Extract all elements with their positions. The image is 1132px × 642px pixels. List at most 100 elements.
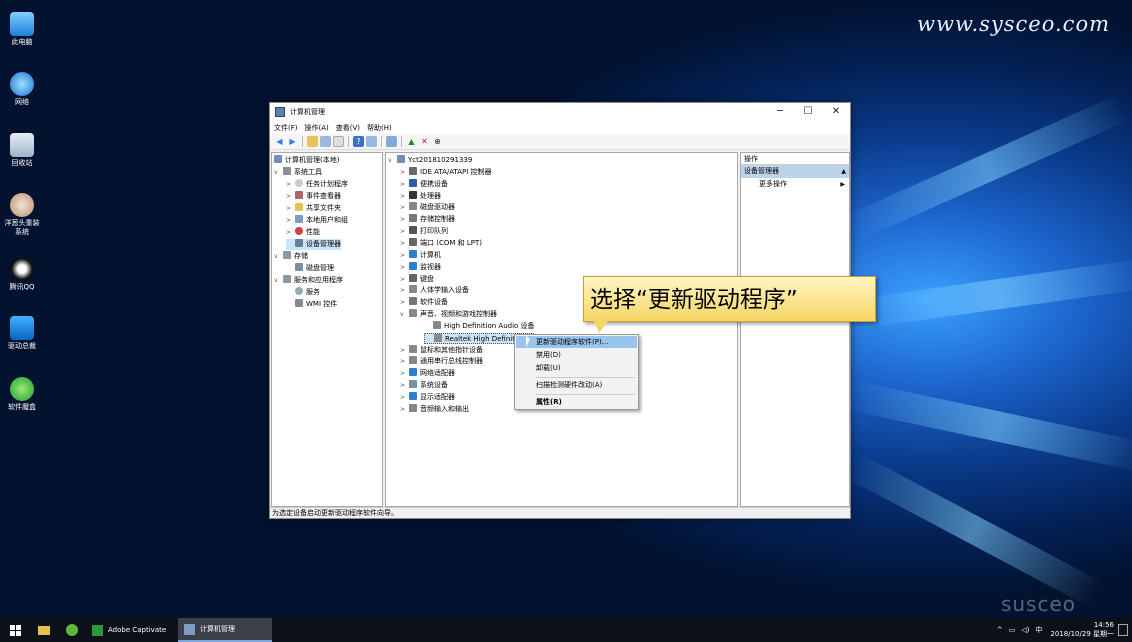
device-item[interactable]: > 监视器 [400, 261, 441, 273]
volume-icon[interactable]: ◁) [1021, 626, 1029, 634]
browser-button[interactable] [58, 618, 86, 642]
menu-item-properties[interactable]: 属性(R) [516, 396, 637, 408]
taskbar-item-computer-management[interactable]: 计算机管理 [178, 618, 272, 642]
device-item[interactable]: > 音频输入和输出 [400, 403, 469, 415]
menu-item-scan-hardware[interactable]: 扫描检测硬件改动(A) [516, 379, 637, 391]
expand-arrow[interactable]: > [400, 380, 409, 391]
expand-arrow[interactable]: > [286, 215, 295, 226]
tree-item[interactable]: > 性能 [286, 227, 320, 238]
device-item[interactable]: > 软件设备 [400, 297, 448, 308]
device-item[interactable]: > 磁盘驱动器 [400, 202, 455, 213]
forward-arrow-icon[interactable]: ▶ [287, 136, 298, 147]
tree-item[interactable]: v 存储 [274, 251, 308, 262]
menu-action[interactable]: 操作(A) [305, 123, 329, 133]
minimize-button[interactable]: ─ [766, 103, 794, 121]
device-item[interactable]: v Yct201810291339 [388, 155, 472, 166]
show-tree-icon[interactable] [320, 136, 331, 147]
back-arrow-icon[interactable]: ◀ [274, 136, 285, 147]
device-item[interactable]: > 计算机 [400, 249, 441, 261]
device-item[interactable]: > 鼠标和其他指针设备 [400, 344, 483, 356]
tree-item[interactable]: > 任务计划程序 [286, 179, 348, 190]
expand-arrow[interactable]: v [274, 275, 283, 286]
notification-icon[interactable] [1118, 624, 1128, 636]
menu-view[interactable]: 查看(V) [336, 123, 360, 133]
tree-item[interactable]: 服务 [286, 287, 320, 298]
tree-item[interactable]: > 本地用户和组 [286, 215, 348, 226]
expand-arrow[interactable]: > [400, 345, 409, 356]
device-item[interactable]: > 便携设备 [400, 178, 448, 190]
monitor-icon[interactable] [386, 136, 397, 147]
expand-arrow[interactable]: > [286, 191, 295, 202]
ime-indicator[interactable]: 中 [1035, 625, 1042, 635]
menu-item-update-driver[interactable]: 更新驱动程序软件(P)... [516, 336, 637, 348]
expand-arrow[interactable]: > [400, 285, 409, 296]
tree-item[interactable]: v 服务和应用程序 [274, 275, 343, 286]
file-explorer-button[interactable] [30, 618, 58, 642]
expand-arrow[interactable]: > [286, 227, 295, 238]
menu-file[interactable]: 文件(F) [274, 123, 298, 133]
expand-arrow[interactable]: > [400, 167, 409, 178]
start-button[interactable] [0, 618, 30, 642]
desktop-icon-network[interactable]: 网络 [2, 72, 42, 107]
device-item[interactable]: > 键盘 [400, 273, 434, 285]
device-item[interactable]: > 存储控制器 [400, 214, 455, 225]
expand-arrow[interactable]: v [274, 251, 283, 262]
expand-arrow[interactable]: v [388, 155, 397, 166]
menu-help[interactable]: 帮助(H) [367, 123, 392, 133]
expand-arrow[interactable]: > [400, 202, 409, 213]
expand-arrow[interactable]: > [400, 368, 409, 379]
expand-arrow[interactable]: > [286, 203, 295, 214]
device-item[interactable]: > 系统设备 [400, 380, 448, 391]
device-item[interactable]: > 打印队列 [400, 226, 448, 237]
expand-arrow[interactable]: > [400, 238, 409, 249]
tree-item[interactable]: > 事件查看器 [286, 191, 341, 202]
expand-arrow[interactable]: > [400, 262, 409, 273]
expand-arrow[interactable]: > [400, 179, 409, 190]
expand-arrow[interactable]: > [400, 356, 409, 367]
expand-arrow[interactable]: > [286, 179, 295, 190]
device-item[interactable]: > 网络适配器 [400, 368, 455, 379]
device-item[interactable]: High Definition Audio 设备 [424, 320, 535, 332]
tree-item[interactable]: > 共享文件夹 [286, 203, 341, 214]
device-item[interactable]: > IDE ATA/ATAPI 控制器 [400, 166, 492, 178]
properties-icon[interactable] [333, 136, 344, 147]
desktop-icon-onion[interactable]: 洋葱头重装系统 [2, 193, 42, 237]
title-bar[interactable]: 计算机管理 ─ ☐ ✕ [270, 103, 850, 121]
expand-arrow[interactable]: > [400, 226, 409, 237]
show-hidden-icons[interactable]: ^ [997, 626, 1003, 634]
view-icon[interactable] [366, 136, 377, 147]
menu-item-uninstall[interactable]: 卸载(U) [516, 362, 637, 374]
expand-arrow[interactable]: v [274, 167, 283, 178]
desktop-icon-this-pc[interactable]: 此电脑 [2, 12, 42, 47]
maximize-button[interactable]: ☐ [794, 103, 822, 121]
expand-arrow[interactable]: v [400, 309, 409, 320]
desktop-icon-recycle-bin[interactable]: 回收站 [2, 133, 42, 168]
network-tray-icon[interactable]: ▭ [1009, 626, 1016, 634]
device-item[interactable]: > 处理器 [400, 190, 441, 202]
clock[interactable]: 14:56 2018/10/29 星期一 [1050, 621, 1114, 639]
tree-item[interactable]: 磁盘管理 [286, 263, 334, 274]
expand-arrow[interactable]: > [400, 191, 409, 202]
scan-download-icon[interactable]: ⊕ [432, 136, 443, 147]
close-button[interactable]: ✕ [822, 103, 850, 121]
taskbar-item-captivate[interactable]: Adobe Captivate [86, 618, 178, 642]
device-item[interactable]: > 显示适配器 [400, 392, 455, 403]
more-actions[interactable]: 更多操作 ▶ [741, 178, 849, 191]
tree-item-selected[interactable]: 设备管理器 [286, 239, 341, 250]
expand-arrow[interactable]: > [400, 274, 409, 285]
tree-item[interactable]: v 系统工具 [274, 167, 322, 178]
desktop-icon-qq[interactable]: 腾讯QQ [2, 257, 42, 292]
tree-item[interactable]: 计算机管理(本地) [274, 155, 339, 166]
device-item[interactable]: > 端口 (COM 和 LPT) [400, 237, 482, 249]
device-item[interactable]: > 人体学输入设备 [400, 285, 469, 296]
expand-arrow[interactable]: > [400, 392, 409, 403]
device-item[interactable]: v 声音、视频和游戏控制器 [400, 309, 497, 320]
help-icon[interactable]: ? [353, 136, 364, 147]
actions-section[interactable]: 设备管理器 ▲ [741, 165, 849, 178]
update-driver-icon[interactable]: ▲ [406, 136, 417, 147]
expand-arrow[interactable]: > [400, 404, 409, 415]
expand-arrow[interactable]: > [400, 214, 409, 225]
device-item[interactable]: > 通用串行总线控制器 [400, 356, 483, 367]
menu-item-disable[interactable]: 禁用(D) [516, 349, 637, 361]
tree-item[interactable]: WMI 控件 [286, 299, 337, 310]
